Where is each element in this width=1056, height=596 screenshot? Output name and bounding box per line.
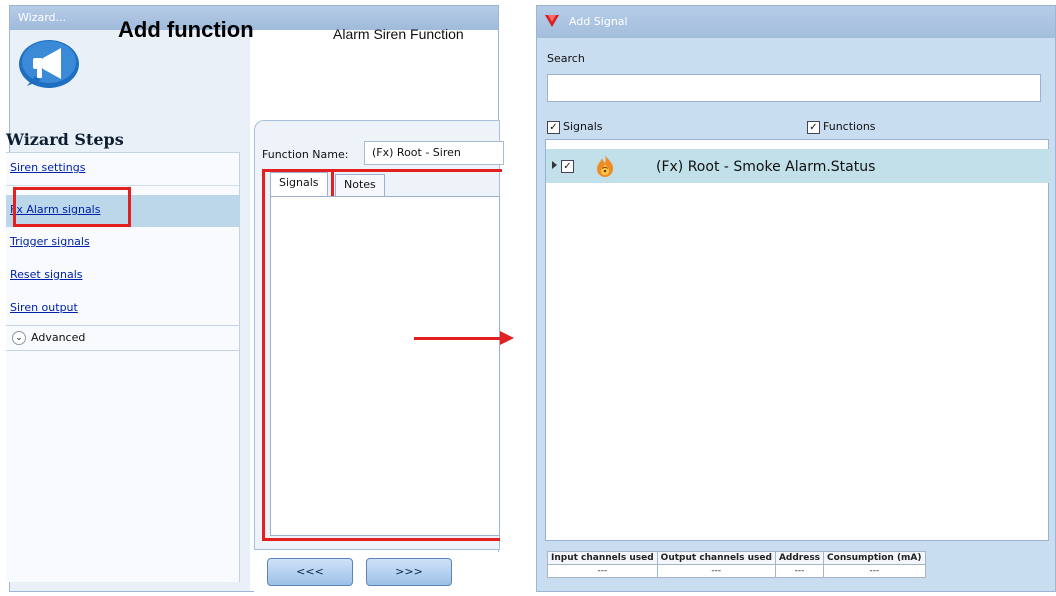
stat-value-output: ---	[656, 564, 776, 578]
stat-value-input: ---	[547, 564, 658, 578]
advanced-expander[interactable]: ⌄ Advanced	[6, 325, 239, 351]
step-siren-settings[interactable]: Siren settings	[6, 153, 239, 185]
function-name-label: Function Name:	[262, 148, 349, 161]
advanced-label: Advanced	[31, 331, 86, 344]
fire-alarm-icon	[597, 155, 614, 177]
function-name-input[interactable]: (Fx) Root - Siren	[364, 141, 504, 165]
signals-filter-label: Signals	[563, 120, 603, 133]
stat-header-output: Output channels used	[656, 551, 776, 565]
step-siren-output[interactable]: Siren output	[6, 293, 239, 325]
signals-filter[interactable]: ✓ Signals	[547, 120, 603, 134]
pointer-arrow	[414, 337, 502, 340]
highlight-box-step	[13, 187, 131, 227]
highlight-line-left	[262, 169, 265, 541]
add-signal-icon	[545, 15, 559, 27]
tab-notes[interactable]: Notes	[335, 174, 385, 196]
expand-arrow-icon[interactable]	[552, 161, 557, 169]
back-button[interactable]: <<<	[267, 558, 353, 586]
megaphone-logo-icon	[19, 40, 79, 88]
stat-header-consumption: Consumption (mA)	[823, 551, 926, 565]
stat-value-consumption: ---	[823, 564, 926, 578]
highlight-line-tab-top	[262, 169, 334, 172]
signal-list: ✓ (Fx) Root - Smoke Alarm.Status	[545, 139, 1050, 541]
chevron-down-icon: ⌄	[12, 331, 26, 345]
next-button[interactable]: >>>	[366, 558, 452, 586]
signals-checkbox[interactable]: ✓	[547, 120, 560, 134]
step-trigger-signals[interactable]: Trigger signals	[6, 227, 239, 259]
wizard-subheading: Alarm Siren Function	[333, 26, 464, 42]
wizard-steps-title: Wizard Steps	[6, 130, 124, 149]
search-label: Search	[547, 52, 585, 65]
signals-tab-content	[270, 196, 500, 536]
step-reset-signals[interactable]: Reset signals	[6, 260, 239, 292]
highlight-line-bottom	[262, 538, 500, 541]
functions-checkbox[interactable]: ✓	[807, 120, 820, 134]
add-signal-title-bar[interactable]: Add Signal	[537, 6, 1055, 38]
highlight-line-tab	[331, 169, 334, 196]
functions-filter[interactable]: ✓ Functions	[807, 120, 876, 134]
search-input[interactable]	[547, 74, 1041, 102]
row-checkbox[interactable]: ✓	[561, 160, 574, 173]
functions-filter-label: Functions	[823, 120, 876, 133]
list-item[interactable]: ✓ (Fx) Root - Smoke Alarm.Status	[546, 149, 1050, 183]
stat-header-input: Input channels used	[547, 551, 658, 565]
add-signal-window: Add Signal Search ✓ Signals ✓ Functions ✓ …	[536, 5, 1056, 592]
usage-stats-table: Input channels used Output channels used…	[547, 551, 926, 578]
step-divider	[6, 185, 239, 186]
tab-signals[interactable]: Signals	[270, 172, 328, 196]
signal-name: (Fx) Root - Smoke Alarm.Status	[656, 159, 876, 175]
add-signal-title: Add Signal	[569, 15, 628, 28]
wizard-heading: Add function	[118, 17, 254, 42]
stat-header-address: Address	[774, 551, 825, 565]
stat-value-address: ---	[774, 564, 825, 578]
arrow-head-icon	[500, 331, 514, 345]
highlight-line-top	[331, 169, 502, 172]
